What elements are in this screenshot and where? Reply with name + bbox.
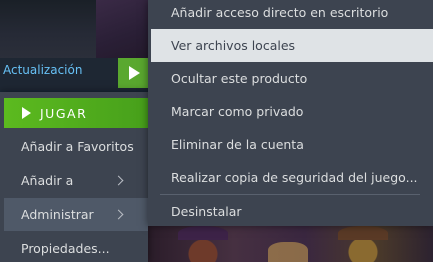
- submenu-item-browse-local-files[interactable]: Ver archivos locales: [151, 29, 433, 62]
- play-button[interactable]: JUGAR: [4, 98, 148, 128]
- submenu-item-label: Eliminar de la cuenta: [171, 137, 304, 152]
- game-art-left: [0, 0, 96, 58]
- submenu-item-hide-product[interactable]: Ocultar este producto: [151, 62, 433, 95]
- menu-item-add-to[interactable]: Añadir a: [0, 164, 148, 197]
- submenu-item-label: Ocultar este producto: [171, 71, 308, 86]
- art-character-right: [338, 226, 388, 240]
- chevron-right-icon: [113, 209, 124, 220]
- art-character-left: [178, 226, 228, 240]
- play-button-label: JUGAR: [40, 105, 88, 121]
- background-play-button[interactable]: [118, 58, 148, 88]
- submenu-item-label: Ver archivos locales: [171, 38, 296, 53]
- submenu-item-uninstall[interactable]: Desinstalar: [151, 195, 433, 228]
- menu-item-add-to-favorites[interactable]: Añadir a Favoritos: [0, 130, 148, 163]
- submenu-item-label: Marcar como privado: [171, 104, 304, 119]
- play-icon: [22, 107, 31, 119]
- game-art-center: [96, 0, 148, 58]
- game-context-menu: JUGAR Añadir a Favoritos Añadir a Admini…: [0, 92, 148, 262]
- menu-item-label: Añadir a: [21, 173, 74, 188]
- submenu-item-label: Realizar copia de seguridad del juego...: [171, 170, 418, 185]
- manage-submenu: Añadir acceso directo en escritorio Ver …: [148, 0, 433, 226]
- update-status-link[interactable]: Actualización: [3, 63, 82, 77]
- menu-item-manage[interactable]: Administrar: [4, 198, 148, 231]
- submenu-item-label: Desinstalar: [171, 204, 242, 219]
- menu-item-label: Añadir a Favoritos: [21, 139, 134, 154]
- submenu-item-mark-private[interactable]: Marcar como privado: [151, 95, 433, 128]
- chevron-right-icon: [113, 175, 124, 186]
- menu-item-properties[interactable]: Propiedades...: [0, 232, 148, 262]
- art-center-glow: [268, 242, 308, 262]
- submenu-item-remove-from-account[interactable]: Eliminar de la cuenta: [151, 128, 433, 161]
- menu-item-label: Propiedades...: [21, 241, 110, 256]
- submenu-item-label: Añadir acceso directo en escritorio: [171, 5, 389, 20]
- submenu-item-add-desktop-shortcut[interactable]: Añadir acceso directo en escritorio: [151, 0, 433, 29]
- menu-item-label: Administrar: [21, 207, 94, 222]
- game-art-bottom: [148, 224, 433, 262]
- submenu-item-backup-game[interactable]: Realizar copia de seguridad del juego...: [151, 161, 433, 194]
